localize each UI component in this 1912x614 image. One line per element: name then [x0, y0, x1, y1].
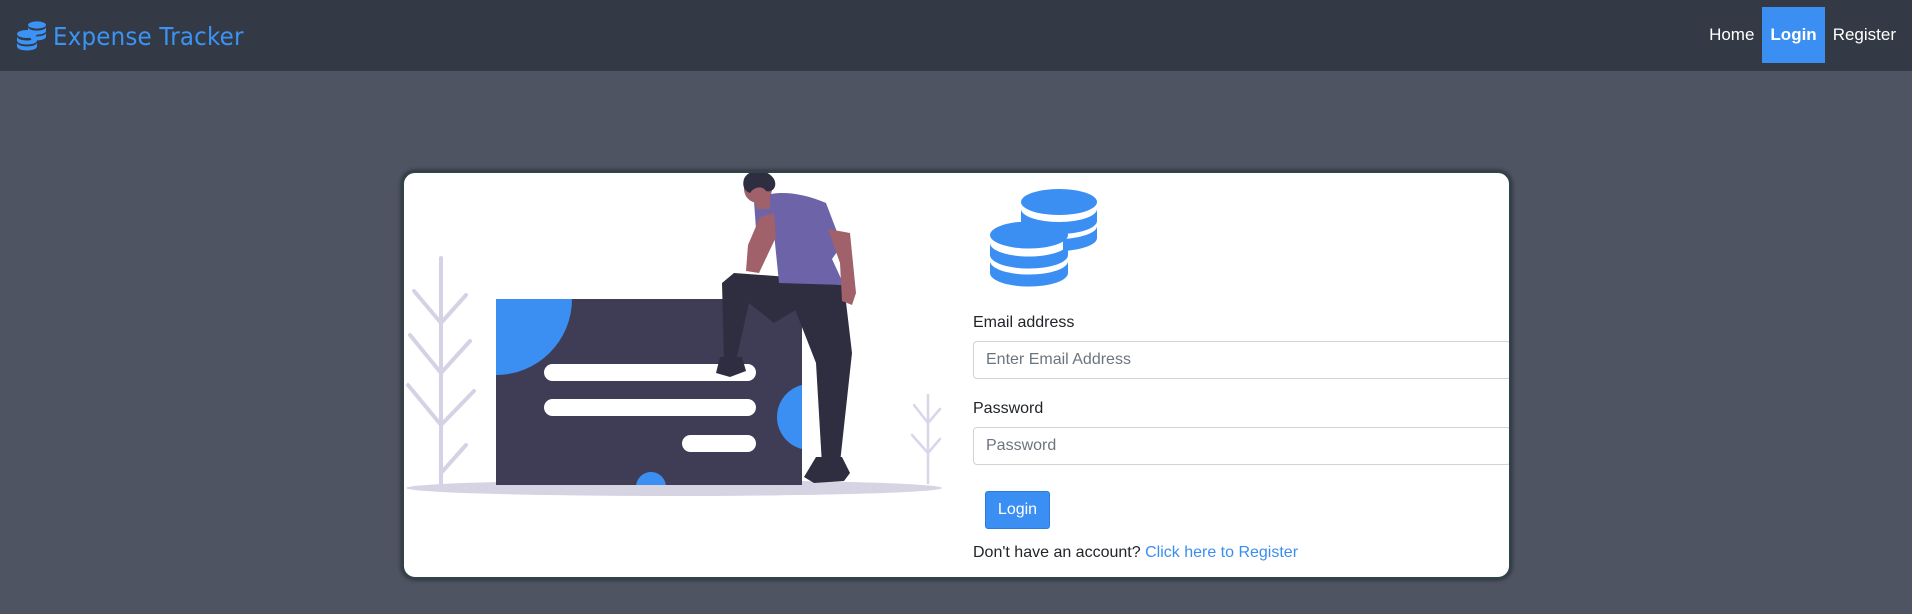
email-label: Email address [973, 314, 1075, 331]
nav-menu: Home Login Register [1701, 7, 1904, 63]
brand-name: Expense Tracker [53, 22, 244, 51]
login-button[interactable]: Login [985, 491, 1050, 529]
navbar: Expense Tracker Home Login Register [0, 0, 1912, 71]
nav-register-link[interactable]: Register [1825, 7, 1904, 63]
email-field[interactable] [973, 341, 1509, 379]
register-link[interactable]: Click here to Register [1145, 544, 1298, 561]
register-prompt-line: Don't have an account? Click here to Reg… [973, 543, 1298, 563]
password-field[interactable] [973, 427, 1509, 465]
login-card: Email address Password Login Don't have … [402, 171, 1511, 579]
register-prompt-text: Don't have an account? [973, 544, 1141, 561]
brand[interactable]: Expense Tracker [16, 20, 260, 54]
nav-home-link[interactable]: Home [1701, 7, 1762, 63]
coins-icon [990, 189, 1097, 287]
person-thinking-illustration [406, 173, 942, 496]
nav-login-link[interactable]: Login [1762, 7, 1825, 63]
coins-icon [17, 21, 46, 51]
password-label: Password [973, 400, 1044, 417]
